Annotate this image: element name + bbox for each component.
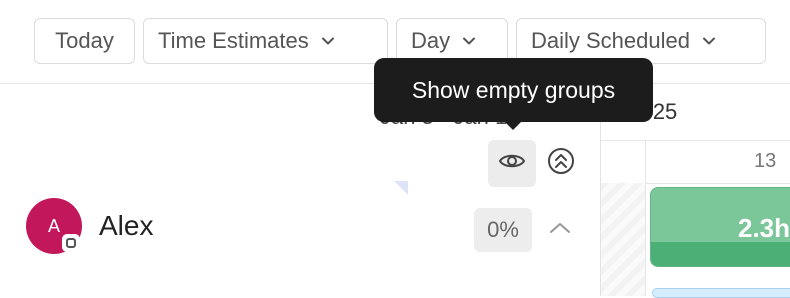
time-estimates-dropdown[interactable]: Time Estimates [143, 18, 388, 64]
next-group-bar[interactable] [652, 288, 790, 298]
today-label: Today [55, 28, 114, 53]
scheduled-hours-value: 2.3h [738, 213, 790, 243]
non-working-day-hatch [601, 183, 645, 296]
chevron-down-icon [321, 34, 335, 48]
collapse-group-button[interactable] [546, 218, 574, 242]
user-name[interactable]: Alex [99, 210, 153, 242]
show-empty-groups-button[interactable] [488, 140, 536, 187]
chevron-down-icon [462, 34, 476, 48]
tooltip: Show empty groups [374, 58, 653, 122]
day-number: 13 [754, 150, 777, 172]
collapse-all-button[interactable] [544, 144, 578, 182]
eye-icon [498, 151, 526, 176]
avatar-status-icon [62, 234, 80, 252]
avatar-initial: A [47, 215, 60, 236]
daily-scheduled-label: Daily Scheduled [531, 28, 690, 53]
scheduled-time-strip [651, 242, 790, 266]
tooltip-arrow [503, 120, 523, 130]
calendar-grid-line [645, 140, 646, 296]
time-estimates-label: Time Estimates [158, 28, 309, 53]
utilization-value: 0% [487, 217, 519, 242]
tooltip-text: Show empty groups [411, 76, 616, 103]
resize-corner-icon [394, 181, 408, 195]
today-button[interactable]: Today [34, 18, 135, 64]
chevron-down-icon [702, 34, 716, 48]
chevron-up-icon [548, 221, 572, 240]
day-label: Day [411, 28, 451, 53]
collapse-all-icon [547, 146, 575, 181]
utilization-badge: 0% [474, 208, 532, 252]
